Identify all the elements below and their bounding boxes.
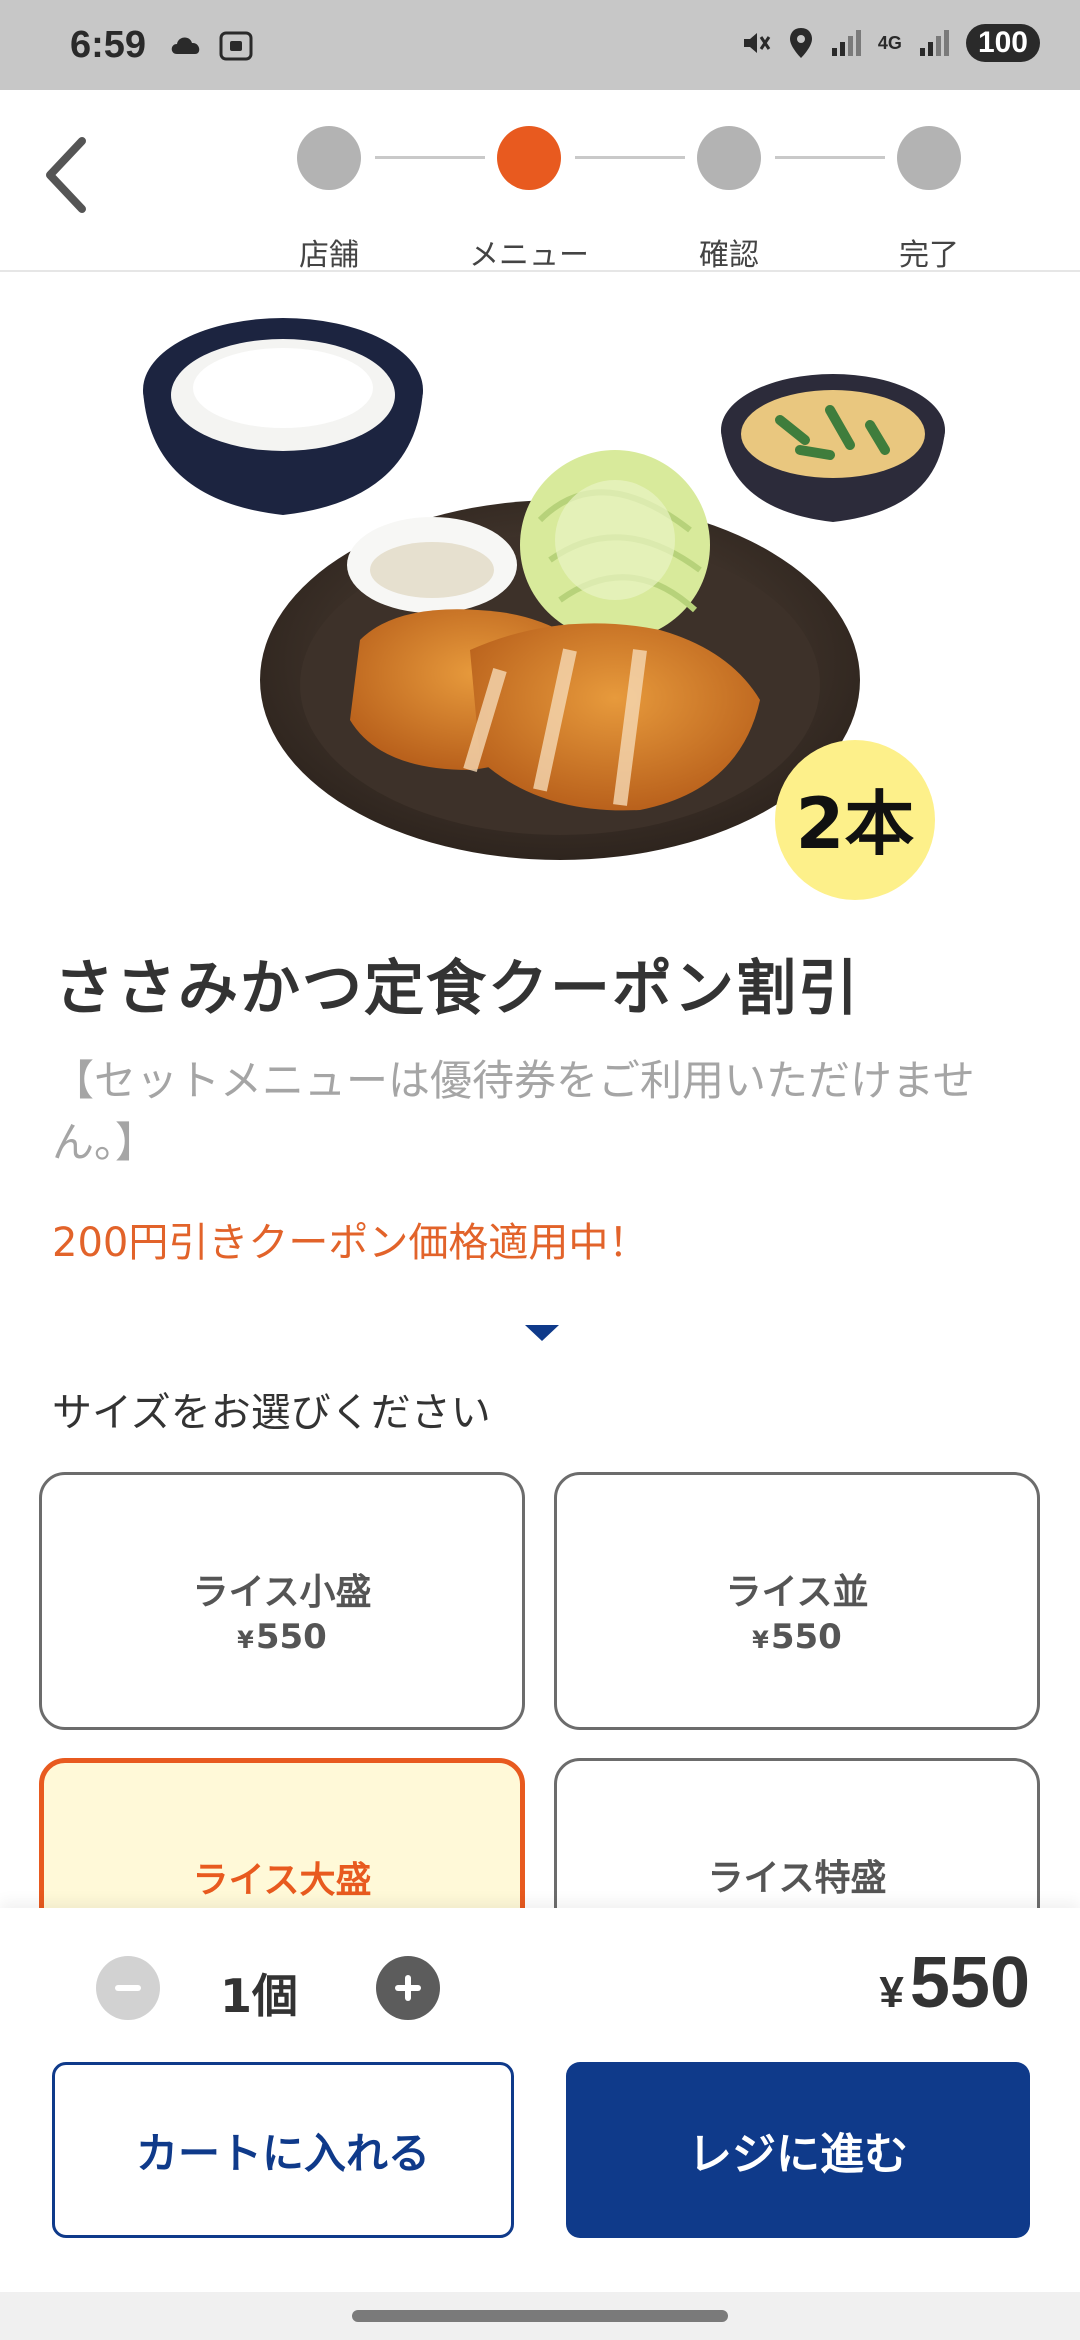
step-label-confirm: 確認 (699, 238, 759, 273)
quantity-badge: 2本 (775, 740, 935, 900)
status-left-icons (168, 30, 254, 62)
yen-symbol: ¥ (237, 1626, 254, 1654)
size-option-small-rice[interactable]: ライス小盛 ¥550 (39, 1472, 525, 1730)
step-label-store: 店舗 (299, 238, 359, 273)
size-option-name: ライス小盛 (192, 1572, 372, 1613)
rice-bowl-illustration (143, 318, 423, 515)
product-title: ささみかつ定食クーポン割引 (54, 954, 860, 1024)
yen-symbol: ¥ (879, 1968, 904, 2017)
total-price-value: 550 (909, 1943, 1030, 2023)
quantity-increase-button[interactable] (376, 1956, 440, 2020)
discount-notice: 200円引きクーポン価格適用中！ (52, 1220, 649, 1266)
network-type-label: 4G (877, 32, 902, 53)
size-prompt: サイズをお選びください (52, 1390, 491, 1436)
caret-down-icon (525, 1325, 559, 1341)
battery-icon: 100 (965, 24, 1040, 62)
size-option-regular-rice[interactable]: ライス並 ¥550 (554, 1472, 1040, 1730)
plus-icon (395, 1975, 421, 2001)
size-option-price: ¥550 (557, 1617, 1037, 1657)
step-connector (375, 156, 485, 159)
status-time: 6:59 (70, 24, 147, 66)
step-dot-menu (497, 126, 561, 190)
cloud-icon (171, 37, 200, 54)
quantity-value: 1個 (220, 1969, 299, 2023)
step-label-complete: 完了 (899, 238, 959, 273)
yen-symbol: ¥ (752, 1626, 769, 1654)
size-option-name: ライス特盛 (707, 1858, 887, 1899)
progress-header: 店舗 メニュー 確認 完了 (0, 90, 1080, 273)
miso-soup-illustration (721, 374, 945, 522)
quantity-badge-text: 2本 (796, 783, 915, 865)
size-option-name: ライス並 (725, 1572, 869, 1613)
step-connector (775, 156, 885, 159)
step-label-menu: メニュー (469, 238, 589, 273)
step-dot-complete (897, 126, 961, 190)
minus-icon (115, 1985, 141, 1991)
home-indicator[interactable] (352, 2310, 728, 2322)
product-note: 【セットメニューは優待券をご利用いただけません。】 (52, 1056, 975, 1167)
cabbage-illustration (520, 450, 710, 640)
order-bottom-panel: 1個 ¥550 カートに入れる レジに進む (0, 1908, 1080, 2292)
mute-icon (743, 33, 771, 53)
product-image: 2本 (143, 318, 945, 900)
add-to-cart-button[interactable]: カートに入れる (52, 2062, 514, 2238)
signal-icon (831, 30, 861, 56)
screenshot-icon (219, 31, 253, 61)
total-price: ¥550 (879, 1942, 1030, 2024)
size-option-name: ライス大盛 (192, 1860, 372, 1901)
checkout-button[interactable]: レジに進む (566, 2062, 1030, 2238)
size-option-price: ¥550 (42, 1617, 522, 1657)
system-nav-bar (0, 2292, 1080, 2340)
quantity-decrease-button[interactable] (96, 1956, 160, 2020)
step-connector (575, 156, 685, 159)
status-bar: 6:59 4G 100 (0, 0, 1080, 90)
status-right-icons: 4G 100 (740, 24, 1040, 62)
chevron-left-icon (46, 137, 86, 213)
step-dot-confirm (697, 126, 761, 190)
size-option-price-value: 550 (770, 1617, 842, 1657)
step-dot-store (297, 126, 361, 190)
size-option-price-value: 550 (255, 1617, 327, 1657)
signal-icon (919, 30, 949, 56)
back-button[interactable] (30, 130, 100, 220)
location-icon (789, 28, 812, 58)
sauce-dish-illustration (347, 517, 517, 613)
